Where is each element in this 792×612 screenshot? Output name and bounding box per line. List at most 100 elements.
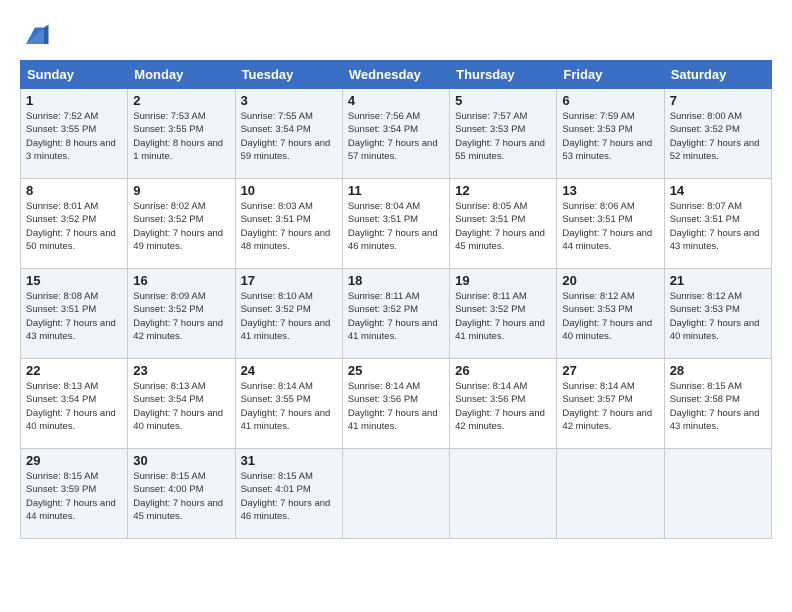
calendar-cell: 8 Sunrise: 8:01 AMSunset: 3:52 PMDaylight… bbox=[21, 179, 128, 269]
day-number: 14 bbox=[670, 183, 766, 198]
day-number: 9 bbox=[133, 183, 229, 198]
day-number: 23 bbox=[133, 363, 229, 378]
day-number: 26 bbox=[455, 363, 551, 378]
day-number: 11 bbox=[348, 183, 444, 198]
header-monday: Monday bbox=[128, 61, 235, 89]
day-number: 7 bbox=[670, 93, 766, 108]
header-sunday: Sunday bbox=[21, 61, 128, 89]
calendar-cell: 9 Sunrise: 8:02 AMSunset: 3:52 PMDaylight… bbox=[128, 179, 235, 269]
day-info: Sunrise: 8:12 AMSunset: 3:53 PMDaylight:… bbox=[562, 290, 658, 343]
header-tuesday: Tuesday bbox=[235, 61, 342, 89]
day-info: Sunrise: 7:55 AMSunset: 3:54 PMDaylight:… bbox=[241, 110, 337, 163]
calendar-cell: 28 Sunrise: 8:15 AMSunset: 3:58 PMDayligh… bbox=[664, 359, 771, 449]
day-info: Sunrise: 7:56 AMSunset: 3:54 PMDaylight:… bbox=[348, 110, 444, 163]
day-number: 22 bbox=[26, 363, 122, 378]
day-number: 1 bbox=[26, 93, 122, 108]
logo-icon bbox=[20, 20, 50, 50]
day-info: Sunrise: 8:04 AMSunset: 3:51 PMDaylight:… bbox=[348, 200, 444, 253]
day-info: Sunrise: 8:06 AMSunset: 3:51 PMDaylight:… bbox=[562, 200, 658, 253]
calendar-cell: 13 Sunrise: 8:06 AMSunset: 3:51 PMDayligh… bbox=[557, 179, 664, 269]
day-info: Sunrise: 7:57 AMSunset: 3:53 PMDaylight:… bbox=[455, 110, 551, 163]
day-number: 31 bbox=[241, 453, 337, 468]
day-number: 6 bbox=[562, 93, 658, 108]
day-number: 25 bbox=[348, 363, 444, 378]
calendar-cell: 5 Sunrise: 7:57 AMSunset: 3:53 PMDaylight… bbox=[450, 89, 557, 179]
day-info: Sunrise: 8:00 AMSunset: 3:52 PMDaylight:… bbox=[670, 110, 766, 163]
calendar-cell: 17 Sunrise: 8:10 AMSunset: 3:52 PMDayligh… bbox=[235, 269, 342, 359]
calendar-cell: 27 Sunrise: 8:14 AMSunset: 3:57 PMDayligh… bbox=[557, 359, 664, 449]
calendar-cell: 30 Sunrise: 8:15 AMSunset: 4:00 PMDayligh… bbox=[128, 449, 235, 539]
calendar-cell: 1Sunrise: 7:52 AMSunset: 3:55 PMDaylight… bbox=[21, 89, 128, 179]
day-info: Sunrise: 8:13 AMSunset: 3:54 PMDaylight:… bbox=[26, 380, 122, 433]
calendar-cell: 19Sunrise: 8:11 AMSunset: 3:52 PMDayligh… bbox=[450, 269, 557, 359]
day-number: 2 bbox=[133, 93, 229, 108]
calendar-cell: 16 Sunrise: 8:09 AMSunset: 3:52 PMDayligh… bbox=[128, 269, 235, 359]
day-info: Sunrise: 7:53 AMSunset: 3:55 PMDaylight:… bbox=[133, 110, 229, 163]
calendar-cell: 14 Sunrise: 8:07 AMSunset: 3:51 PMDayligh… bbox=[664, 179, 771, 269]
page-header bbox=[20, 20, 772, 50]
calendar-cell: 15 Sunrise: 8:08 AMSunset: 3:51 PMDayligh… bbox=[21, 269, 128, 359]
day-info: Sunrise: 8:14 AMSunset: 3:56 PMDaylight:… bbox=[348, 380, 444, 433]
day-number: 20 bbox=[562, 273, 658, 288]
header-friday: Friday bbox=[557, 61, 664, 89]
day-info: Sunrise: 8:07 AMSunset: 3:51 PMDaylight:… bbox=[670, 200, 766, 253]
day-info: Sunrise: 8:12 AMSunset: 3:53 PMDaylight:… bbox=[670, 290, 766, 343]
day-number: 8 bbox=[26, 183, 122, 198]
day-info: Sunrise: 8:15 AMSunset: 3:58 PMDaylight:… bbox=[670, 380, 766, 433]
calendar-table: SundayMondayTuesdayWednesdayThursdayFrid… bbox=[20, 60, 772, 539]
day-number: 16 bbox=[133, 273, 229, 288]
calendar-header-row: SundayMondayTuesdayWednesdayThursdayFrid… bbox=[21, 61, 772, 89]
calendar-week-row: 15 Sunrise: 8:08 AMSunset: 3:51 PMDayligh… bbox=[21, 269, 772, 359]
calendar-cell: 12 Sunrise: 8:05 AMSunset: 3:51 PMDayligh… bbox=[450, 179, 557, 269]
day-info: Sunrise: 8:05 AMSunset: 3:51 PMDaylight:… bbox=[455, 200, 551, 253]
calendar-cell: 10Sunrise: 8:03 AMSunset: 3:51 PMDayligh… bbox=[235, 179, 342, 269]
day-number: 15 bbox=[26, 273, 122, 288]
day-number: 19 bbox=[455, 273, 551, 288]
calendar-cell: 24Sunrise: 8:14 AMSunset: 3:55 PMDayligh… bbox=[235, 359, 342, 449]
day-number: 17 bbox=[241, 273, 337, 288]
day-info: Sunrise: 8:15 AMSunset: 4:00 PMDaylight:… bbox=[133, 470, 229, 523]
calendar-cell: 2 Sunrise: 7:53 AMSunset: 3:55 PMDaylight… bbox=[128, 89, 235, 179]
calendar-cell: 22 Sunrise: 8:13 AMSunset: 3:54 PMDayligh… bbox=[21, 359, 128, 449]
calendar-cell: 23 Sunrise: 8:13 AMSunset: 3:54 PMDayligh… bbox=[128, 359, 235, 449]
day-number: 30 bbox=[133, 453, 229, 468]
calendar-cell bbox=[664, 449, 771, 539]
calendar-cell bbox=[450, 449, 557, 539]
day-info: Sunrise: 7:59 AMSunset: 3:53 PMDaylight:… bbox=[562, 110, 658, 163]
calendar-week-row: 29 Sunrise: 8:15 AMSunset: 3:59 PMDayligh… bbox=[21, 449, 772, 539]
header-saturday: Saturday bbox=[664, 61, 771, 89]
calendar-week-row: 1Sunrise: 7:52 AMSunset: 3:55 PMDaylight… bbox=[21, 89, 772, 179]
logo bbox=[20, 20, 54, 50]
day-info: Sunrise: 8:09 AMSunset: 3:52 PMDaylight:… bbox=[133, 290, 229, 343]
calendar-cell: 11 Sunrise: 8:04 AMSunset: 3:51 PMDayligh… bbox=[342, 179, 449, 269]
calendar-cell bbox=[342, 449, 449, 539]
calendar-cell bbox=[557, 449, 664, 539]
day-number: 13 bbox=[562, 183, 658, 198]
day-info: Sunrise: 8:02 AMSunset: 3:52 PMDaylight:… bbox=[133, 200, 229, 253]
day-info: Sunrise: 8:15 AMSunset: 3:59 PMDaylight:… bbox=[26, 470, 122, 523]
day-number: 12 bbox=[455, 183, 551, 198]
day-number: 18 bbox=[348, 273, 444, 288]
day-number: 21 bbox=[670, 273, 766, 288]
day-info: Sunrise: 8:14 AMSunset: 3:56 PMDaylight:… bbox=[455, 380, 551, 433]
day-info: Sunrise: 8:03 AMSunset: 3:51 PMDaylight:… bbox=[241, 200, 337, 253]
calendar-week-row: 22 Sunrise: 8:13 AMSunset: 3:54 PMDayligh… bbox=[21, 359, 772, 449]
day-info: Sunrise: 8:08 AMSunset: 3:51 PMDaylight:… bbox=[26, 290, 122, 343]
calendar-cell: 3 Sunrise: 7:55 AMSunset: 3:54 PMDaylight… bbox=[235, 89, 342, 179]
calendar-cell: 21 Sunrise: 8:12 AMSunset: 3:53 PMDayligh… bbox=[664, 269, 771, 359]
day-info: Sunrise: 8:13 AMSunset: 3:54 PMDaylight:… bbox=[133, 380, 229, 433]
calendar-cell: 7 Sunrise: 8:00 AMSunset: 3:52 PMDaylight… bbox=[664, 89, 771, 179]
day-number: 29 bbox=[26, 453, 122, 468]
day-number: 27 bbox=[562, 363, 658, 378]
day-info: Sunrise: 8:01 AMSunset: 3:52 PMDaylight:… bbox=[26, 200, 122, 253]
header-thursday: Thursday bbox=[450, 61, 557, 89]
day-number: 3 bbox=[241, 93, 337, 108]
day-number: 5 bbox=[455, 93, 551, 108]
calendar-cell: 4Sunrise: 7:56 AMSunset: 3:54 PMDaylight… bbox=[342, 89, 449, 179]
header-wednesday: Wednesday bbox=[342, 61, 449, 89]
calendar-cell: 20 Sunrise: 8:12 AMSunset: 3:53 PMDayligh… bbox=[557, 269, 664, 359]
day-info: Sunrise: 8:10 AMSunset: 3:52 PMDaylight:… bbox=[241, 290, 337, 343]
day-number: 28 bbox=[670, 363, 766, 378]
calendar-cell: 6 Sunrise: 7:59 AMSunset: 3:53 PMDaylight… bbox=[557, 89, 664, 179]
day-info: Sunrise: 8:14 AMSunset: 3:57 PMDaylight:… bbox=[562, 380, 658, 433]
